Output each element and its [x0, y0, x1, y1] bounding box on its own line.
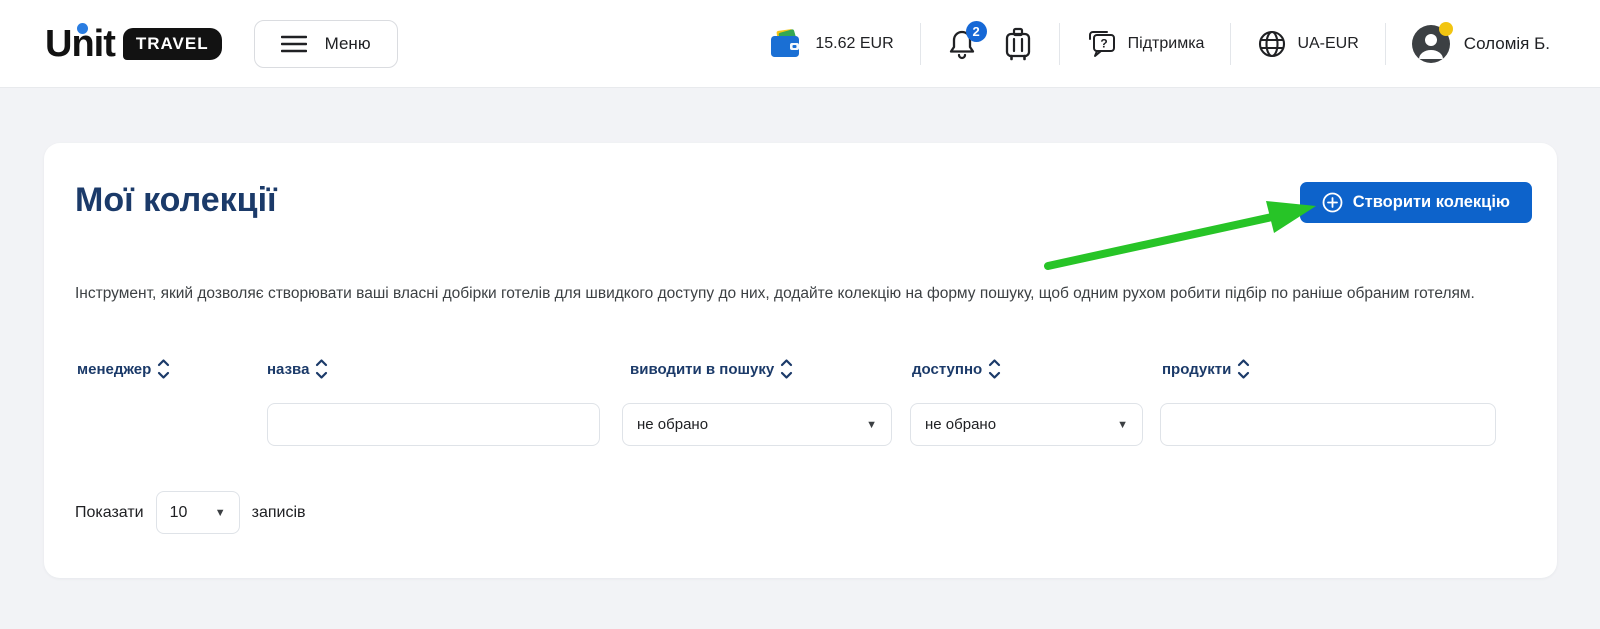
page-size-select[interactable]: 10 ▼ — [156, 491, 240, 534]
caret-down-icon: ▼ — [215, 507, 226, 519]
menu-label: Меню — [325, 34, 371, 54]
header-right-cluster: 15.62 EUR 2 — [769, 23, 1550, 65]
logo-travel-badge: TRAVEL — [123, 28, 222, 60]
notifications-count-badge: 2 — [966, 21, 987, 42]
wallet-icon — [769, 28, 805, 60]
menu-button[interactable]: Меню — [254, 20, 398, 68]
sort-icon — [780, 358, 793, 380]
svg-text:?: ? — [1100, 36, 1107, 50]
caret-down-icon: ▼ — [1117, 419, 1128, 431]
available-filter-select[interactable]: не обрано ▼ — [910, 403, 1143, 446]
sort-icon — [157, 358, 170, 380]
header-divider — [920, 23, 921, 65]
show-in-search-filter-select[interactable]: не обрано ▼ — [622, 403, 892, 446]
column-header-products[interactable]: продукти — [1162, 358, 1250, 380]
page-size-control: Показати 10 ▼ записів — [75, 491, 306, 534]
column-header-name[interactable]: назва — [267, 358, 328, 380]
user-account-button[interactable]: Соломія Б. — [1412, 25, 1550, 63]
column-header-show-in-search[interactable]: виводити в пошуку — [630, 358, 793, 380]
suitcase-icon — [1003, 27, 1033, 61]
collections-description: Інструмент, який дозволяє створювати ваш… — [75, 282, 1529, 306]
caret-down-icon: ▼ — [866, 419, 877, 431]
products-filter-input[interactable] — [1160, 403, 1496, 446]
support-chat-icon: ? — [1086, 29, 1118, 59]
locale-label: UA-EUR — [1297, 35, 1358, 53]
wallet-balance[interactable]: 15.62 EUR — [769, 28, 893, 60]
sort-icon — [315, 358, 328, 380]
show-label: Показати — [75, 504, 144, 522]
support-button[interactable]: ? Підтримка — [1086, 29, 1205, 59]
header-divider — [1059, 23, 1060, 65]
sort-icon — [988, 358, 1001, 380]
locale-currency-selector[interactable]: UA-EUR — [1257, 29, 1358, 59]
wallet-balance-text: 15.62 EUR — [815, 35, 893, 53]
selected-value: не обрано — [637, 416, 708, 433]
records-label: записів — [252, 504, 306, 522]
logo-dot — [77, 23, 88, 34]
column-header-available[interactable]: доступно — [912, 358, 1001, 380]
trips-button[interactable] — [1003, 27, 1033, 61]
hamburger-icon — [281, 34, 307, 54]
name-filter-input[interactable] — [267, 403, 600, 446]
user-name: Соломія Б. — [1464, 34, 1550, 54]
support-label: Підтримка — [1128, 35, 1205, 53]
page-size-value: 10 — [170, 504, 188, 522]
page-title: Мої колекції — [75, 181, 277, 220]
create-collection-button[interactable]: Створити колекцію — [1300, 182, 1532, 223]
sort-icon — [1237, 358, 1250, 380]
avatar — [1412, 25, 1450, 63]
status-dot — [1439, 22, 1453, 36]
collections-card: Мої колекції Створити колекцію Інструмен… — [44, 143, 1557, 578]
brand-logo[interactable]: Unit TRAVEL — [45, 25, 222, 63]
logo-wordmark: Unit — [45, 25, 115, 63]
header-divider — [1385, 23, 1386, 65]
column-header-manager[interactable]: менеджер — [77, 358, 170, 380]
selected-value: не обрано — [925, 416, 996, 433]
header-divider — [1230, 23, 1231, 65]
plus-circle-icon — [1322, 192, 1343, 213]
create-collection-label: Створити колекцію — [1353, 193, 1510, 212]
globe-icon — [1257, 29, 1287, 59]
top-navigation-bar: Unit TRAVEL Меню 15.62 EUR — [0, 0, 1600, 88]
notifications-button[interactable]: 2 — [947, 28, 977, 60]
